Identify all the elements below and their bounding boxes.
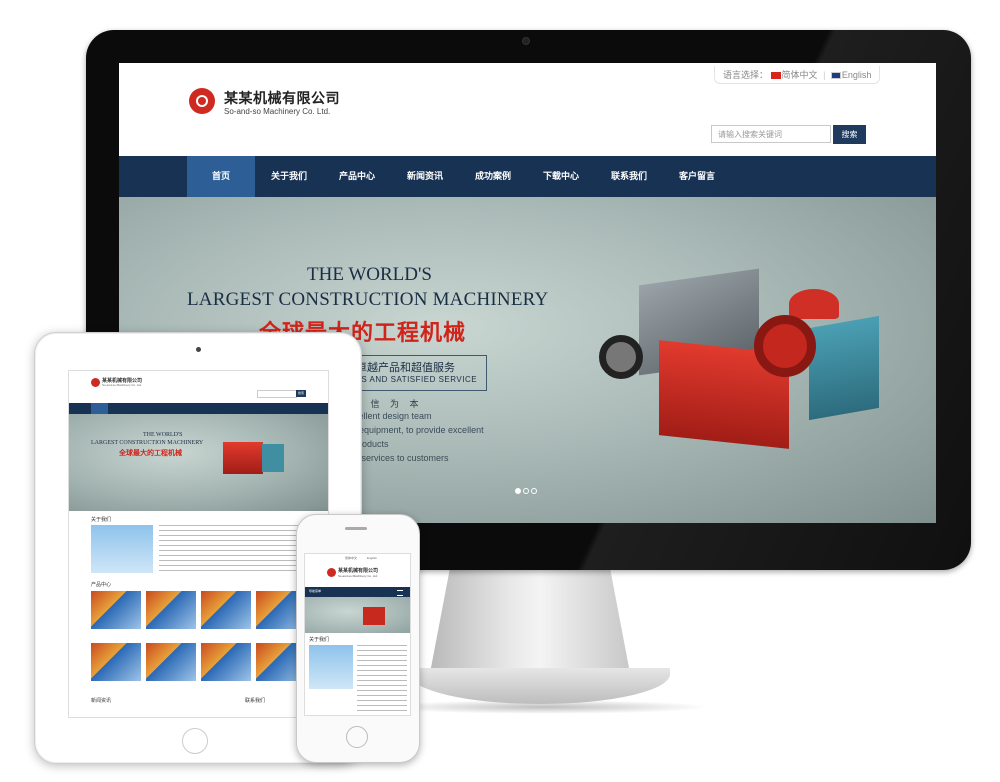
hero-tagline-cn: 卓越产品和超值服务 (356, 362, 455, 374)
tablet-product-thumb[interactable] (146, 591, 196, 629)
nav-item-message[interactable]: 客户留言 (663, 156, 731, 197)
monitor-stand-base (410, 668, 670, 704)
monitor-stand-neck (430, 568, 630, 673)
brand-name-en: So-and-so Machinery Co. Ltd. (224, 107, 331, 116)
tablet-hero-machine-teal (262, 444, 284, 472)
nav-item-products[interactable]: 产品中心 (323, 156, 391, 197)
tablet-contact-title: 联系我们 (245, 698, 266, 704)
lang-separator: | (823, 70, 826, 80)
phone-home-button (346, 726, 368, 748)
hero-tagline-box: 卓越产品和超值服务 TS AND SATISFIED SERVICE (347, 355, 487, 391)
tablet-search-input[interactable] (257, 390, 297, 398)
phone-speaker (345, 527, 367, 530)
phone-brand-cn: 某某机械有限公司 (338, 568, 379, 574)
tablet-hero-cn: 全球最大的工程机械 (119, 450, 182, 457)
tablet-home-button (182, 728, 208, 754)
tablet-product-thumb[interactable] (201, 591, 251, 629)
tablet-camera (196, 347, 201, 352)
tablet-search-button[interactable]: 搜索 (296, 390, 306, 397)
hero-text-line: , equipment, to provide excellent (354, 425, 484, 435)
search-input[interactable]: 请输入搜索关键词 (711, 125, 831, 143)
hero-title-line1: THE WORLD'S (307, 264, 432, 285)
tablet-nav-active[interactable] (91, 403, 108, 414)
nav-item-downloads[interactable]: 下载中心 (527, 156, 595, 197)
main-nav: 首页 关于我们 产品中心 新闻资讯 成功案例 下载中心 联系我们 客户留言 (119, 156, 936, 197)
phone-about-title: 关于我们 (309, 637, 330, 643)
tablet-hero[interactable]: THE WORLD'S LARGEST CONSTRUCTION MACHINE… (69, 414, 328, 511)
machine-image-cone (789, 289, 839, 319)
phone-nav-label: 导航菜单 (309, 589, 322, 593)
hero-text-line: cellent design team (354, 411, 432, 421)
nav-item-about[interactable]: 关于我们 (255, 156, 323, 197)
slider-dots (515, 481, 539, 499)
phone-lang-en[interactable]: English (367, 556, 377, 560)
uk-flag-icon (830, 72, 841, 80)
lang-link-cn[interactable]: 简体中文 (782, 70, 818, 80)
hero-title-line2: LARGEST CONSTRUCTION MACHINERY (187, 289, 549, 310)
tablet-product-thumb[interactable] (201, 643, 251, 681)
china-flag-icon (770, 72, 781, 80)
machine-image-flywheel (754, 315, 816, 377)
machine-image-motor (599, 335, 643, 379)
nav-item-contact[interactable]: 联系我们 (595, 156, 663, 197)
slider-dot[interactable] (531, 488, 537, 494)
phone-about-image (309, 645, 353, 689)
machine-image-impact-crusher (809, 315, 879, 421)
slider-dot[interactable] (523, 488, 529, 494)
tablet-screen: 某某机械有限公司 So-and-so Machinery Co. Ltd. 搜索… (68, 370, 329, 718)
tablet-product-thumb[interactable] (91, 643, 141, 681)
search-button[interactable]: 搜索 (833, 125, 866, 144)
tablet-about-image (91, 525, 153, 573)
monitor-camera (522, 37, 530, 45)
hero-text-line: d services to customers (354, 453, 449, 463)
slider-dot[interactable] (515, 488, 521, 494)
nav-item-news[interactable]: 新闻资讯 (391, 156, 459, 197)
tablet-news-title: 新闻资讯 (91, 698, 112, 704)
language-label: 语言选择： (723, 70, 769, 80)
menu-icon[interactable] (397, 590, 403, 596)
tablet-hero-line1: THE WORLD'S (143, 432, 183, 438)
phone-hero[interactable] (305, 597, 410, 633)
phone-nav-bar[interactable]: 导航菜单 (305, 587, 410, 597)
logo-gear-icon[interactable] (189, 88, 215, 114)
tablet-brand-en: So-and-so Machinery Co. Ltd. (102, 383, 142, 387)
tablet-product-thumb[interactable] (146, 643, 196, 681)
phone-about-text (357, 645, 407, 711)
phone-screen: 简体中文 English 某某机械有限公司 So-and-so Machiner… (304, 553, 411, 716)
tablet-products-title: 产品中心 (91, 582, 112, 588)
tablet-hero-machine (223, 442, 263, 474)
phone-brand-en: So-and-so Machinery Co. Ltd. (338, 574, 378, 578)
hero-tagline-en: TS AND SATISFIED SERVICE (356, 375, 478, 384)
phone-lang-cn[interactable]: 简体中文 (345, 556, 357, 560)
nav-item-home[interactable]: 首页 (187, 156, 255, 197)
phone-logo-icon (327, 568, 336, 577)
tablet-hero-line2: LARGEST CONSTRUCTION MACHINERY (91, 440, 204, 446)
phone-hero-machine (363, 607, 385, 625)
lang-link-en[interactable]: English (842, 70, 872, 80)
tablet-about-title: 关于我们 (91, 517, 112, 523)
tablet-logo-icon (91, 378, 100, 387)
tablet-product-thumb[interactable] (91, 591, 141, 629)
brand-name-cn: 某某机械有限公司 (224, 90, 340, 106)
tablet-nav[interactable] (69, 403, 328, 414)
tablet-about-text (159, 525, 299, 571)
nav-item-cases[interactable]: 成功案例 (459, 156, 527, 197)
language-switcher: 语言选择： 简体中文 | English (714, 66, 881, 84)
